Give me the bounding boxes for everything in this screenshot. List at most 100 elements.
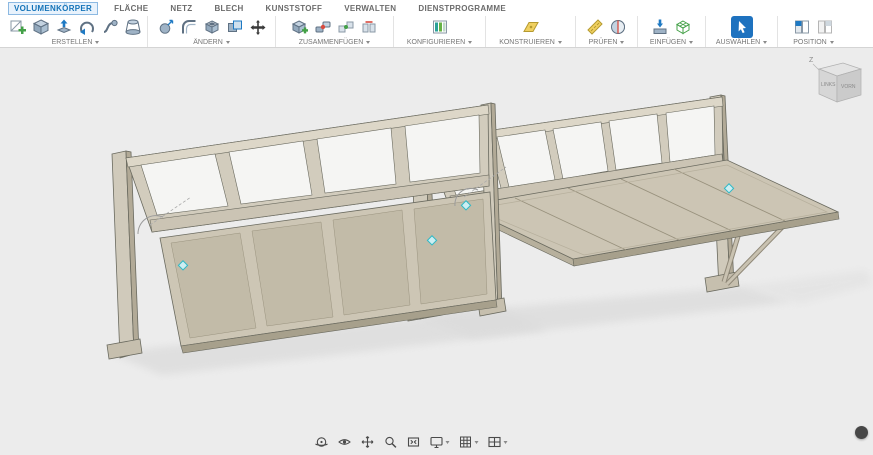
einfuegen-label: EINFÜGEN: [650, 39, 686, 46]
fit-view-icon: [407, 435, 421, 449]
joint-button[interactable]: [313, 17, 333, 37]
position-menu[interactable]: POSITION: [793, 39, 833, 46]
erstellen-menu[interactable]: ERSTELLEN: [52, 39, 100, 46]
construction-plane-icon: [522, 18, 540, 36]
auswaehlen-menu[interactable]: AUSWÄHLEN: [716, 39, 767, 46]
look-at-button[interactable]: [337, 434, 353, 450]
toolbar: VOLUMENKÖRPER FLÄCHE NETZ BLECH KUNSTSTO…: [0, 0, 873, 48]
zusammenfuegen-menu[interactable]: ZUSAMMENFÜGEN: [299, 39, 371, 46]
capture-position-button[interactable]: [792, 17, 812, 37]
help-badge[interactable]: [855, 426, 868, 439]
rigid-group-button[interactable]: [359, 17, 379, 37]
insert-mesh-icon: [674, 18, 692, 36]
viewport-canvas[interactable]: Z LINKS VORN: [0, 48, 873, 455]
extrude-button[interactable]: [54, 17, 74, 37]
group-aendern: ÄNDERN: [147, 16, 275, 47]
orbit-icon: [315, 435, 329, 449]
revert-position-icon: [816, 18, 834, 36]
orbit-button[interactable]: [314, 434, 330, 450]
section-analysis-icon: [609, 18, 627, 36]
measure-button[interactable]: [585, 17, 605, 37]
chevron-down-icon: [689, 41, 693, 44]
aendern-menu[interactable]: ÄNDERN: [193, 39, 230, 46]
revolve-icon: [78, 18, 96, 36]
revolve-button[interactable]: [77, 17, 97, 37]
zoom-button[interactable]: [383, 434, 399, 450]
select-cursor-icon: [733, 18, 751, 36]
einfuegen-menu[interactable]: EINFÜGEN: [650, 39, 693, 46]
extrude-icon: [55, 18, 73, 36]
auswaehlen-label: AUSWÄHLEN: [716, 39, 760, 46]
select-button[interactable]: [731, 16, 753, 38]
konfigurieren-menu[interactable]: KONFIGURIEREN: [407, 39, 472, 46]
tab-flaeche[interactable]: FLÄCHE: [108, 2, 154, 15]
grid-settings-button[interactable]: [458, 434, 480, 450]
chevron-down-icon: [830, 41, 834, 44]
display-settings-button[interactable]: [429, 434, 451, 450]
group-einfuegen: EINFÜGEN: [637, 16, 705, 47]
navigation-bar: [314, 434, 509, 450]
tab-verwalten[interactable]: VERWALTEN: [338, 2, 402, 15]
box-primitive-icon: [32, 18, 50, 36]
konstruieren-menu[interactable]: KONSTRUIEREN: [499, 39, 562, 46]
erstellen-label: ERSTELLEN: [52, 39, 93, 46]
model-viewport[interactable]: [0, 48, 873, 455]
pruefen-menu[interactable]: PRÜFEN: [589, 39, 625, 46]
workspace-tabs: VOLUMENKÖRPER FLÄCHE NETZ BLECH KUNSTSTO…: [0, 0, 873, 15]
as-built-joint-icon: [337, 18, 355, 36]
insert-derive-button[interactable]: [650, 17, 670, 37]
pan-button[interactable]: [360, 434, 376, 450]
chevron-down-icon: [763, 41, 767, 44]
loft-icon: [124, 18, 142, 36]
chevron-down-icon: [226, 41, 230, 44]
move-button[interactable]: [248, 17, 268, 37]
konstruieren-label: KONSTRUIEREN: [499, 39, 555, 46]
viewports-icon: [488, 435, 502, 449]
move-icon: [249, 18, 267, 37]
new-component-button[interactable]: [290, 17, 310, 37]
box-primitive-button[interactable]: [31, 17, 51, 37]
viewcube-z-axis-label: Z: [809, 57, 814, 64]
fillet-button[interactable]: [179, 17, 199, 37]
group-position: POSITION: [777, 16, 849, 47]
configure-button[interactable]: [430, 17, 450, 37]
tab-volumenkoerper[interactable]: VOLUMENKÖRPER: [8, 2, 98, 15]
look-at-icon: [338, 435, 352, 449]
construction-plane-button[interactable]: [521, 17, 541, 37]
sweep-icon: [101, 18, 119, 36]
group-erstellen: ERSTELLEN: [4, 16, 147, 47]
group-konfigurieren: KONFIGURIEREN: [393, 16, 485, 47]
chevron-down-icon: [504, 441, 508, 444]
shell-button[interactable]: [202, 17, 222, 37]
sweep-button[interactable]: [100, 17, 120, 37]
as-built-joint-button[interactable]: [336, 17, 356, 37]
pruefen-label: PRÜFEN: [589, 39, 618, 46]
loft-button[interactable]: [123, 17, 143, 37]
viewcube-front-label: VORN: [841, 84, 856, 90]
chevron-down-icon: [446, 441, 450, 444]
capture-position-icon: [793, 18, 811, 36]
combine-icon: [226, 18, 244, 36]
tab-kunststoff[interactable]: KUNSTSTOFF: [260, 2, 329, 15]
tab-blech[interactable]: BLECH: [208, 2, 249, 15]
viewcube[interactable]: Z LINKS VORN: [803, 52, 867, 110]
section-analysis-button[interactable]: [608, 17, 628, 37]
create-sketch-button[interactable]: [8, 17, 28, 37]
zusammenfuegen-label: ZUSAMMENFÜGEN: [299, 39, 364, 46]
tab-dienstprogramme[interactable]: DIENSTPROGRAMME: [412, 2, 512, 15]
press-pull-button[interactable]: [156, 17, 176, 37]
fillet-icon: [180, 18, 198, 36]
revert-position-button[interactable]: [815, 17, 835, 37]
viewports-button[interactable]: [487, 434, 509, 450]
chevron-down-icon: [95, 41, 99, 44]
fit-view-button[interactable]: [406, 434, 422, 450]
tab-netz[interactable]: NETZ: [164, 2, 198, 15]
chevron-down-icon: [468, 41, 472, 44]
insert-mesh-button[interactable]: [673, 17, 693, 37]
viewcube-left-label: LINKS: [821, 82, 836, 88]
combine-button[interactable]: [225, 17, 245, 37]
joint-icon: [314, 18, 332, 36]
insert-derive-icon: [651, 18, 669, 36]
new-component-icon: [291, 18, 309, 36]
position-label: POSITION: [793, 39, 826, 46]
